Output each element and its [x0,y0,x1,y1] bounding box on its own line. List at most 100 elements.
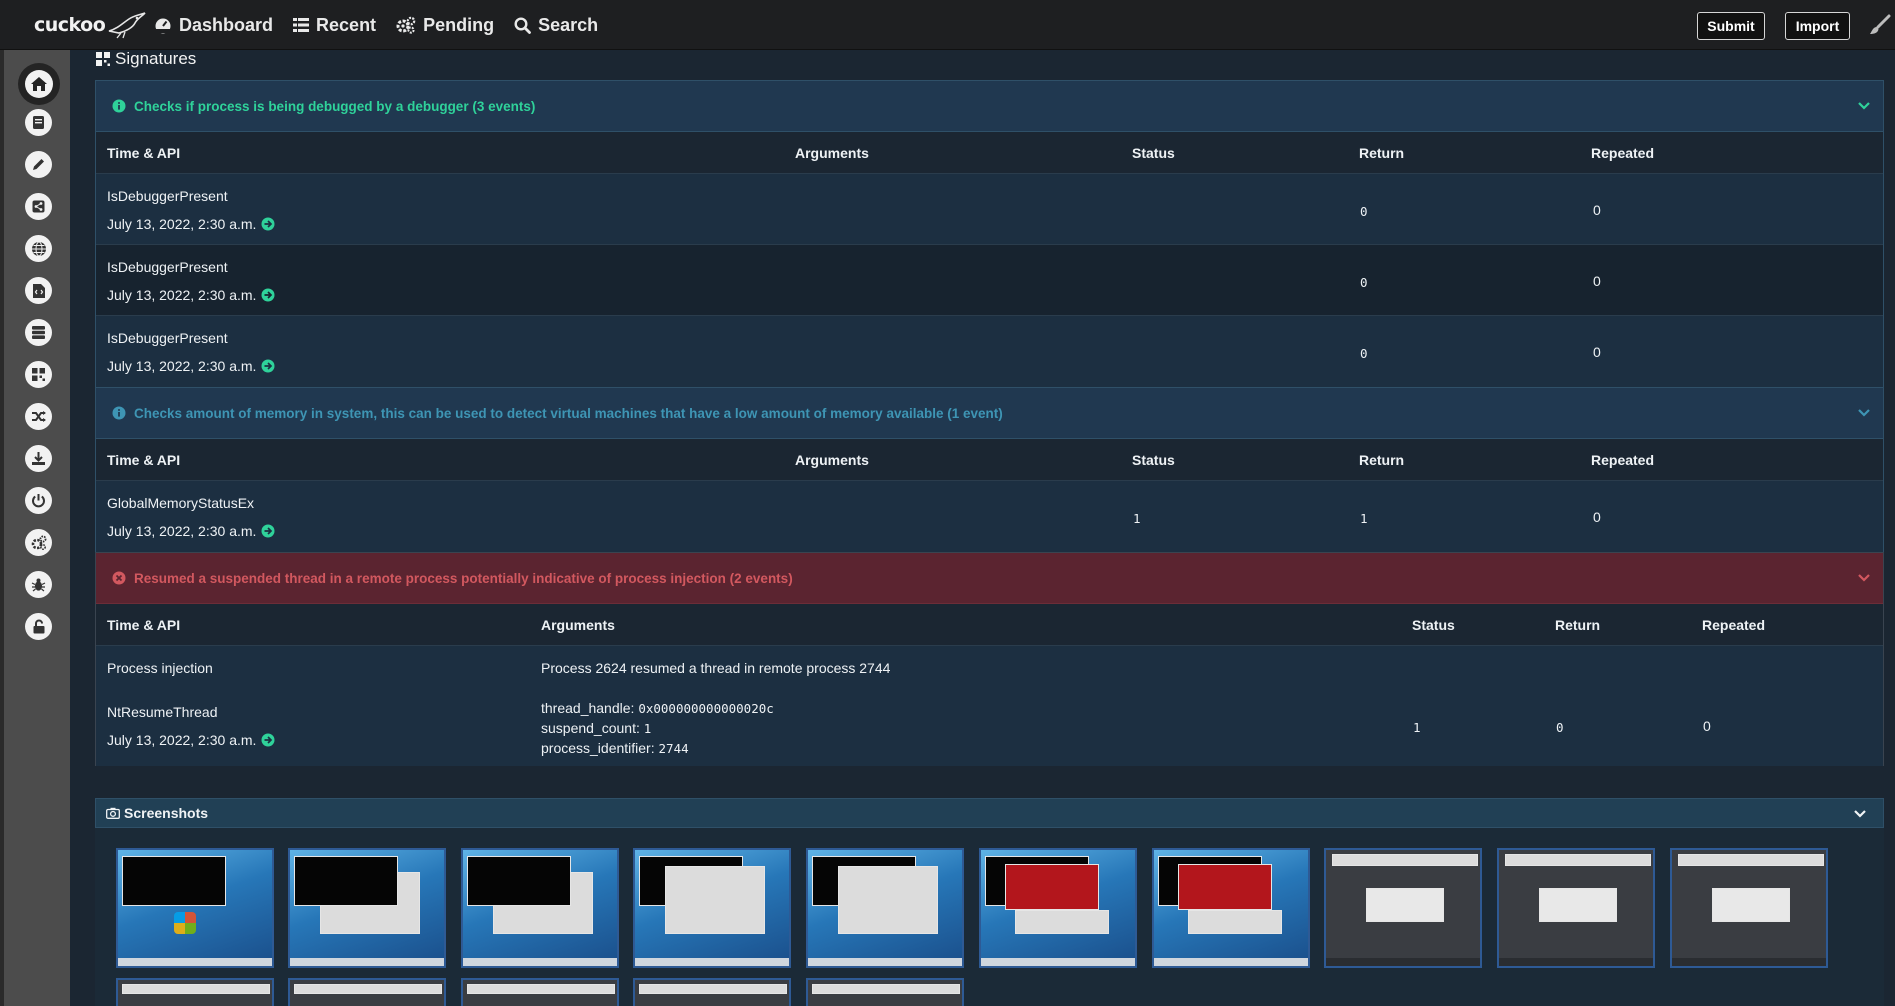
screenshot-thumbnail[interactable] [1324,848,1482,968]
column-header-arguments: Arguments [795,145,869,161]
cuckoo-logo[interactable]: cuckoo [34,8,147,42]
nav-pending[interactable]: Pending [396,15,494,36]
nav-search[interactable]: Search [514,15,598,36]
screenshot-thumbnail[interactable] [1497,848,1655,968]
download-icon [32,452,45,465]
timestamp-text: July 13, 2022, 2:30 a.m. [107,358,257,374]
column-header-status: Status [1132,145,1175,161]
screenshot-thumbnail[interactable] [461,978,619,1006]
table-row: GlobalMemoryStatusEx July 13, 2022, 2:30… [96,480,1883,552]
submit-button[interactable]: Submit [1697,12,1765,40]
screenshot-thumbnail[interactable] [979,848,1137,968]
info-circle-icon [112,406,126,420]
arrow-circle-right-icon[interactable] [261,524,275,538]
home-icon [31,77,47,91]
qrcode-icon [32,368,45,381]
sidebar-item-download[interactable] [25,445,52,472]
column-header-arguments: Arguments [795,452,869,468]
table-row: IsDebuggerPresent July 13, 2022, 2:30 a.… [96,244,1883,315]
api-name: NtResumeThread [107,704,218,720]
sidebar-item-book[interactable] [25,109,52,136]
sidebar-item-static[interactable] [25,277,52,304]
nav-search-label: Search [538,14,599,35]
timestamp: July 13, 2022, 2:30 a.m. [107,358,275,374]
times-circle-icon [112,571,126,585]
sidebar-item-network[interactable] [25,235,52,262]
screenshot-thumbnail[interactable] [288,848,446,968]
bug-icon [31,578,46,592]
search-icon [514,16,531,34]
sidebar-item-behavior[interactable] [25,571,52,598]
arrow-circle-right-icon[interactable] [261,288,275,302]
return-value: 0 [1360,346,1368,361]
return-value: 0 [1360,275,1368,290]
import-button[interactable]: Import [1785,12,1850,40]
nav-dashboard[interactable]: Dashboard [154,15,273,36]
screenshot-thumbnail[interactable] [1670,848,1828,968]
column-header-repeated: Repeated [1702,617,1766,633]
sidebar-item-settings[interactable] [25,529,52,556]
nav-dashboard-label: Dashboard [179,14,274,35]
nav-recent-label: Recent [316,14,377,35]
chevron-down-icon[interactable] [1857,407,1871,419]
repeated-value: 0 [1703,718,1711,734]
signature-panel: Checks amount of memory in system, this … [95,387,1884,552]
screenshot-thumbnail[interactable] [116,848,274,968]
qrcode-icon [96,52,110,66]
signature-header[interactable]: Checks amount of memory in system, this … [96,388,1883,439]
book-icon [33,116,44,129]
screenshot-thumbnail[interactable] [806,848,964,968]
argument-value: 0x000000000000020c [638,701,774,716]
screenshots-header[interactable]: Screenshots [95,798,1884,828]
arrow-circle-right-icon[interactable] [261,733,275,747]
screenshot-thumbnail[interactable] [806,978,964,1006]
screenshot-thumbnail[interactable] [461,848,619,968]
chevron-down-icon[interactable] [1853,808,1867,820]
globe-icon [31,241,46,256]
arrow-circle-right-icon[interactable] [261,359,275,373]
repeated-value: 0 [1593,273,1601,289]
signatures-title: Signatures [115,49,197,68]
sidebar-item-dropped[interactable] [25,361,52,388]
status-value: 1 [1413,720,1421,735]
arrow-circle-right-icon[interactable] [261,217,275,231]
signature-header[interactable]: Checks if process is being debugged by a… [96,81,1883,132]
table-row-group: Process injection Process 2624 resumed a… [96,645,1883,766]
signature-panel: Checks if process is being debugged by a… [95,80,1884,387]
argument-key: suspend_count: [541,720,640,736]
signature-title: Checks if process is being debugged by a… [134,98,536,114]
sidebar-item-home[interactable] [18,63,60,105]
column-header-return: Return [1555,617,1601,633]
unlock-icon [33,619,44,634]
screenshots-gallery [95,828,1884,1006]
paintbrush-icon[interactable] [1869,14,1891,36]
shuffle-icon [31,411,46,422]
signature-header[interactable]: Resumed a suspended thread in a remote p… [96,553,1883,604]
repeated-value: 0 [1593,344,1601,360]
nav-recent[interactable]: Recent [293,15,376,36]
screenshot-thumbnail[interactable] [288,978,446,1006]
logo-text: cuckoo [34,14,106,36]
sidebar-item-unlock[interactable] [25,613,52,640]
column-header-time-api: Time & API [107,145,181,161]
sidebar-item-database[interactable] [25,319,52,346]
screenshot-thumbnail[interactable] [633,848,791,968]
screenshot-thumbnail[interactable] [633,978,791,1006]
column-header-time-api: Time & API [107,617,181,633]
sidebar-item-compare[interactable] [25,403,52,430]
screenshot-thumbnail[interactable] [1152,848,1310,968]
chevron-down-icon[interactable] [1857,100,1871,112]
table-row: IsDebuggerPresent July 13, 2022, 2:30 a.… [96,173,1883,244]
screenshots-title: Screenshots [124,805,209,821]
screenshot-thumbnail[interactable] [116,978,274,1006]
chevron-down-icon[interactable] [1857,572,1871,584]
sidebar-item-pencil[interactable] [25,151,52,178]
timestamp: July 13, 2022, 2:30 a.m. [107,216,275,232]
sidebar-item-share[interactable] [25,193,52,220]
column-header-return: Return [1359,452,1405,468]
api-name: IsDebuggerPresent [107,188,228,204]
screenshots-panel: Screenshots [95,798,1884,1006]
file-code-icon [32,283,45,298]
main-nav: Dashboard Recent Pending Search [154,0,618,50]
sidebar-item-power[interactable] [25,487,52,514]
